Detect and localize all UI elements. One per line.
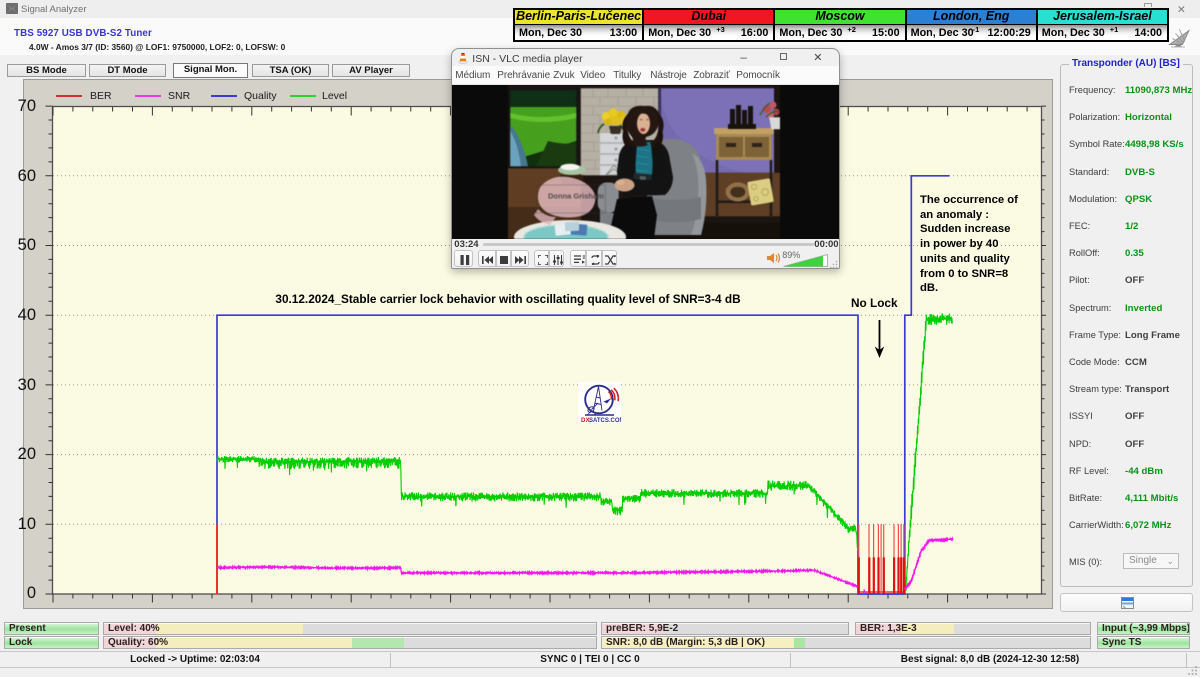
svg-text:SATCS.COM: SATCS.COM [589, 418, 621, 423]
svg-text:Donna Grisham: Donna Grisham [548, 192, 604, 201]
